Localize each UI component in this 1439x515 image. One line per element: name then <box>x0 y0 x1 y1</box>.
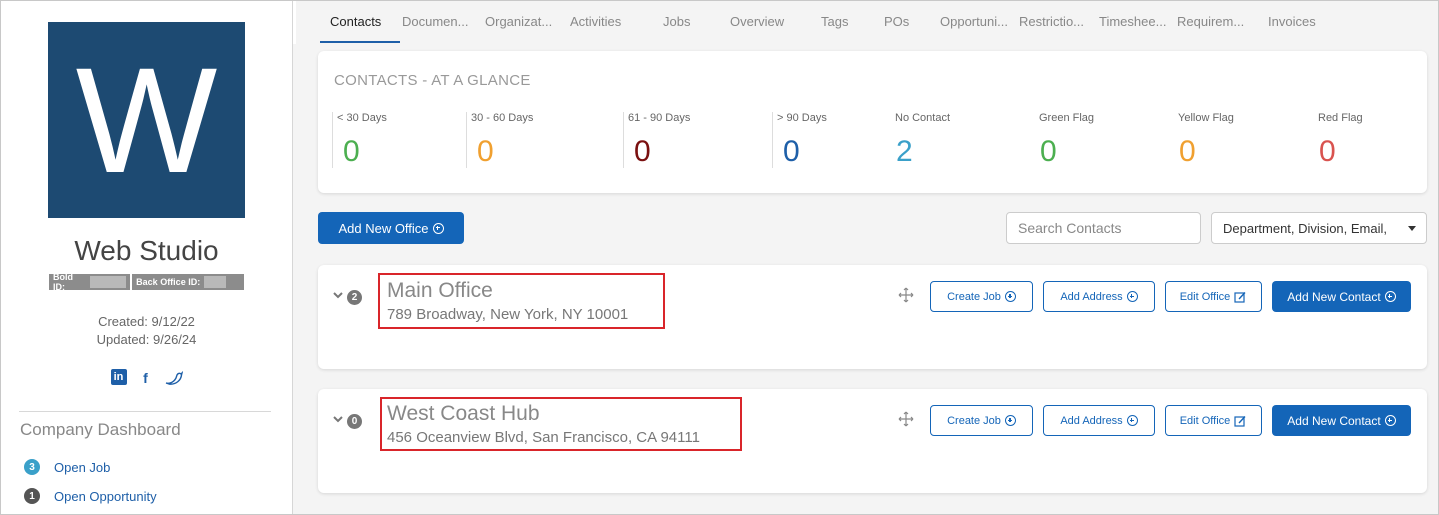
created-date: Created: 9/12/22 <box>98 314 195 329</box>
tab-requirements[interactable]: Requirem... <box>1177 14 1244 29</box>
contact-filter-select[interactable]: Department, Division, Email, <box>1211 212 1427 244</box>
plus-circle-icon <box>1126 291 1138 302</box>
plus-circle-icon <box>1384 415 1396 426</box>
caret-down-icon <box>1408 226 1416 231</box>
active-tab-indicator <box>320 41 400 43</box>
plus-circle-icon <box>432 222 444 234</box>
tab-pos[interactable]: POs <box>884 14 909 29</box>
tab-jobs[interactable]: Jobs <box>663 14 690 29</box>
logo-letter: W <box>75 36 218 204</box>
add-address-button[interactable]: Add Address <box>1043 405 1155 436</box>
edit-icon <box>1234 415 1246 427</box>
bold-id-chip: Bold ID: <box>49 272 131 292</box>
facebook-icon[interactable]: f <box>137 369 155 387</box>
tab-timesheets[interactable]: Timeshee... <box>1099 14 1166 29</box>
move-icon[interactable] <box>898 287 914 303</box>
add-address-label: Add Address <box>1060 290 1123 303</box>
add-address-button[interactable]: Add Address <box>1043 281 1155 312</box>
stat-value: 2 <box>896 135 913 168</box>
dashboard-title: Company Dashboard <box>20 420 181 439</box>
company-sidebar: W Web Studio Bold ID: Back Office ID: Cr… <box>1 1 293 514</box>
create-job-label: Create Job <box>947 290 1001 303</box>
plus-circle-icon <box>1126 415 1138 426</box>
back-office-id-chip: Back Office ID: <box>132 274 244 290</box>
add-new-contact-label: Add New Contact <box>1287 289 1381 304</box>
dashboard-item-open-opportunity[interactable]: 1 Open Opportunity <box>24 488 157 504</box>
tab-invoices[interactable]: Invoices <box>1268 14 1316 29</box>
office-name: Main Office <box>387 279 493 302</box>
linkedin-icon[interactable]: in <box>110 369 127 385</box>
create-job-button[interactable]: Create Job <box>930 281 1033 312</box>
plus-circle-icon <box>1384 291 1396 302</box>
edit-office-button[interactable]: Edit Office <box>1165 281 1262 312</box>
company-logo: W <box>48 22 245 218</box>
stat-value: 0 <box>1179 135 1196 168</box>
stat-value: 0 <box>1040 135 1057 168</box>
company-ids: Bold ID: Back Office ID: <box>49 272 244 292</box>
stat-value: 0 <box>343 135 360 168</box>
plus-circle-icon <box>1004 415 1016 426</box>
office-name: West Coast Hub <box>387 402 540 425</box>
twitter-icon[interactable] <box>165 369 183 387</box>
tab-tags[interactable]: Tags <box>821 14 848 29</box>
back-office-id-redacted <box>204 276 227 288</box>
add-new-contact-button[interactable]: Add New Contact <box>1272 281 1411 312</box>
create-job-button[interactable]: Create Job <box>930 405 1033 436</box>
office-contact-count-badge: 2 <box>347 290 362 305</box>
tab-overview[interactable]: Overview <box>730 14 784 29</box>
tab-organization[interactable]: Organizat... <box>485 14 552 29</box>
company-name: Web Studio <box>74 235 219 266</box>
add-new-office-button[interactable]: Add New Office <box>318 212 464 244</box>
office-card-west-coast-hub: 0 West Coast Hub 456 Oceanview Blvd, San… <box>318 389 1427 493</box>
add-address-label: Add Address <box>1060 414 1123 427</box>
open-opportunity-count-badge: 1 <box>24 488 40 504</box>
dashboard-item-open-job[interactable]: 3 Open Job <box>24 459 110 475</box>
edit-office-button[interactable]: Edit Office <box>1165 405 1262 436</box>
move-icon[interactable] <box>898 411 914 427</box>
add-new-contact-button[interactable]: Add New Contact <box>1272 405 1411 436</box>
chevron-down-icon[interactable] <box>333 290 343 300</box>
stat-value: 0 <box>1319 135 1336 168</box>
office-address: 789 Broadway, New York, NY 10001 <box>387 306 629 323</box>
add-new-office-label: Add New Office <box>338 220 429 236</box>
open-opportunity-link[interactable]: Open Opportunity <box>54 489 157 504</box>
edit-icon <box>1234 291 1246 303</box>
stat-value: 0 <box>477 135 494 168</box>
glance-title: CONTACTS - AT A GLANCE <box>334 72 531 89</box>
open-job-count-badge: 3 <box>24 459 40 475</box>
stat-value: 0 <box>634 135 651 168</box>
edit-office-label: Edit Office <box>1179 414 1231 427</box>
bold-id-redacted <box>89 276 127 288</box>
open-job-link[interactable]: Open Job <box>54 460 110 475</box>
stat-value: 0 <box>783 135 800 168</box>
updated-date: Updated: 9/26/24 <box>96 332 197 347</box>
sidebar-divider <box>19 411 271 412</box>
office-contact-count-badge: 0 <box>347 414 362 429</box>
bold-id-label: Bold ID: <box>53 272 73 292</box>
chevron-down-icon[interactable] <box>333 414 343 424</box>
tab-opportunities[interactable]: Opportuni... <box>940 14 1008 29</box>
search-contacts-input[interactable]: Search Contacts <box>1006 212 1201 244</box>
plus-circle-icon <box>1004 291 1016 302</box>
office-card-main-office: 2 Main Office 789 Broadway, New York, NY… <box>318 265 1427 369</box>
tab-documents[interactable]: Documen... <box>402 14 468 29</box>
add-new-contact-label: Add New Contact <box>1287 413 1381 428</box>
tab-restrictions[interactable]: Restrictio... <box>1019 14 1084 29</box>
create-job-label: Create Job <box>947 414 1001 427</box>
back-office-id-label: Back Office ID: <box>136 277 201 287</box>
tab-contacts[interactable]: Contacts <box>330 14 381 29</box>
tab-activities[interactable]: Activities <box>570 14 621 29</box>
office-address: 456 Oceanview Blvd, San Francisco, CA 94… <box>387 429 700 446</box>
filter-selected-value: Department, Division, Email, <box>1223 220 1387 236</box>
social-links: in f <box>1 369 292 387</box>
edit-office-label: Edit Office <box>1179 290 1231 303</box>
